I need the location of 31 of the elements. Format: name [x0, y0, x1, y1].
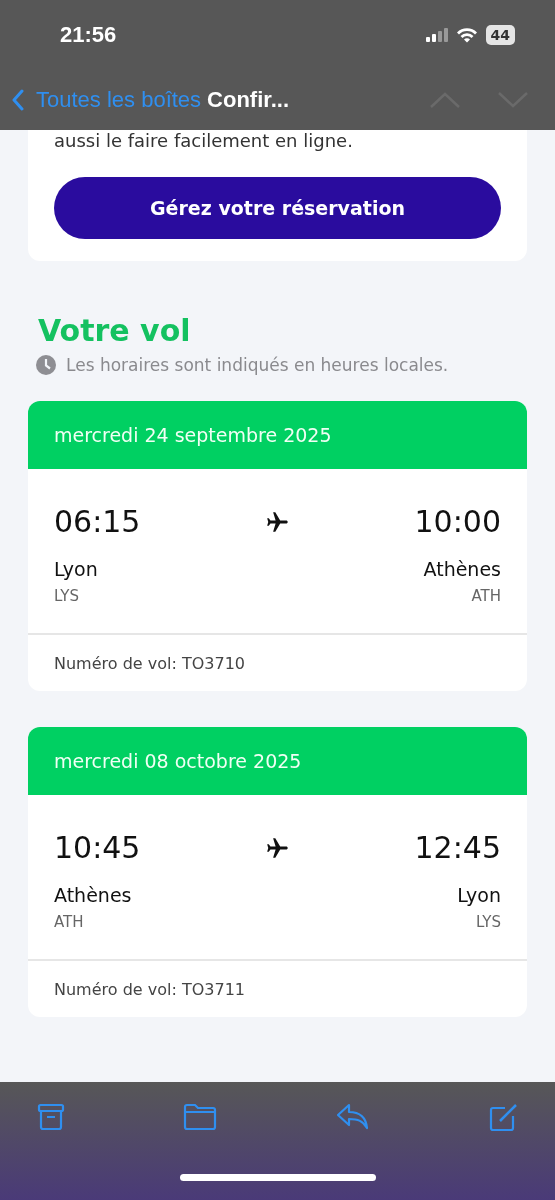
- flight-number: Numéro de vol: TO3710: [53, 652, 246, 675]
- departure-code: LYS: [54, 587, 81, 605]
- signal-icon: [425, 28, 448, 42]
- compose-icon[interactable]: [487, 1102, 519, 1134]
- battery-icon: 44: [485, 25, 515, 45]
- arrival-time: 10:00: [414, 503, 501, 541]
- flight-date: mercredi 24 septembre 2025: [28, 401, 527, 469]
- flight-date: mercredi 08 octobre 2025: [28, 727, 527, 795]
- arrival-city: Athènes: [423, 557, 501, 581]
- arrival-code: ATH: [471, 587, 501, 605]
- arrival-time: 12:45: [414, 829, 501, 867]
- chevron-left-icon: [12, 89, 24, 111]
- arrival-city: Lyon: [457, 883, 501, 907]
- departure-time: 06:15: [54, 503, 141, 541]
- flight-number: Numéro de vol: TO3711: [53, 978, 246, 1001]
- wifi-icon: [455, 27, 478, 43]
- intro-text: aussi le faire facilement en ligne.: [54, 130, 354, 153]
- email-title: Confir...: [207, 87, 289, 113]
- folder-icon[interactable]: [182, 1102, 219, 1132]
- departure-code: ATH: [54, 913, 85, 931]
- departure-city: Athènes: [54, 883, 133, 907]
- arrival-code: LYS: [475, 913, 501, 931]
- departure-time: 10:45: [54, 829, 141, 867]
- timezone-note: Les horaires sont indiqués en heures locales.: [66, 355, 449, 375]
- manage-booking-button[interactable]: Gérez votre réservation: [54, 177, 501, 239]
- reply-icon[interactable]: [334, 1102, 371, 1132]
- section-title: Votre vol: [38, 312, 192, 350]
- status-time: 21:56: [60, 22, 117, 48]
- clock-icon: [36, 355, 56, 375]
- archive-icon[interactable]: [36, 1102, 66, 1132]
- departure-city: Lyon: [54, 557, 99, 581]
